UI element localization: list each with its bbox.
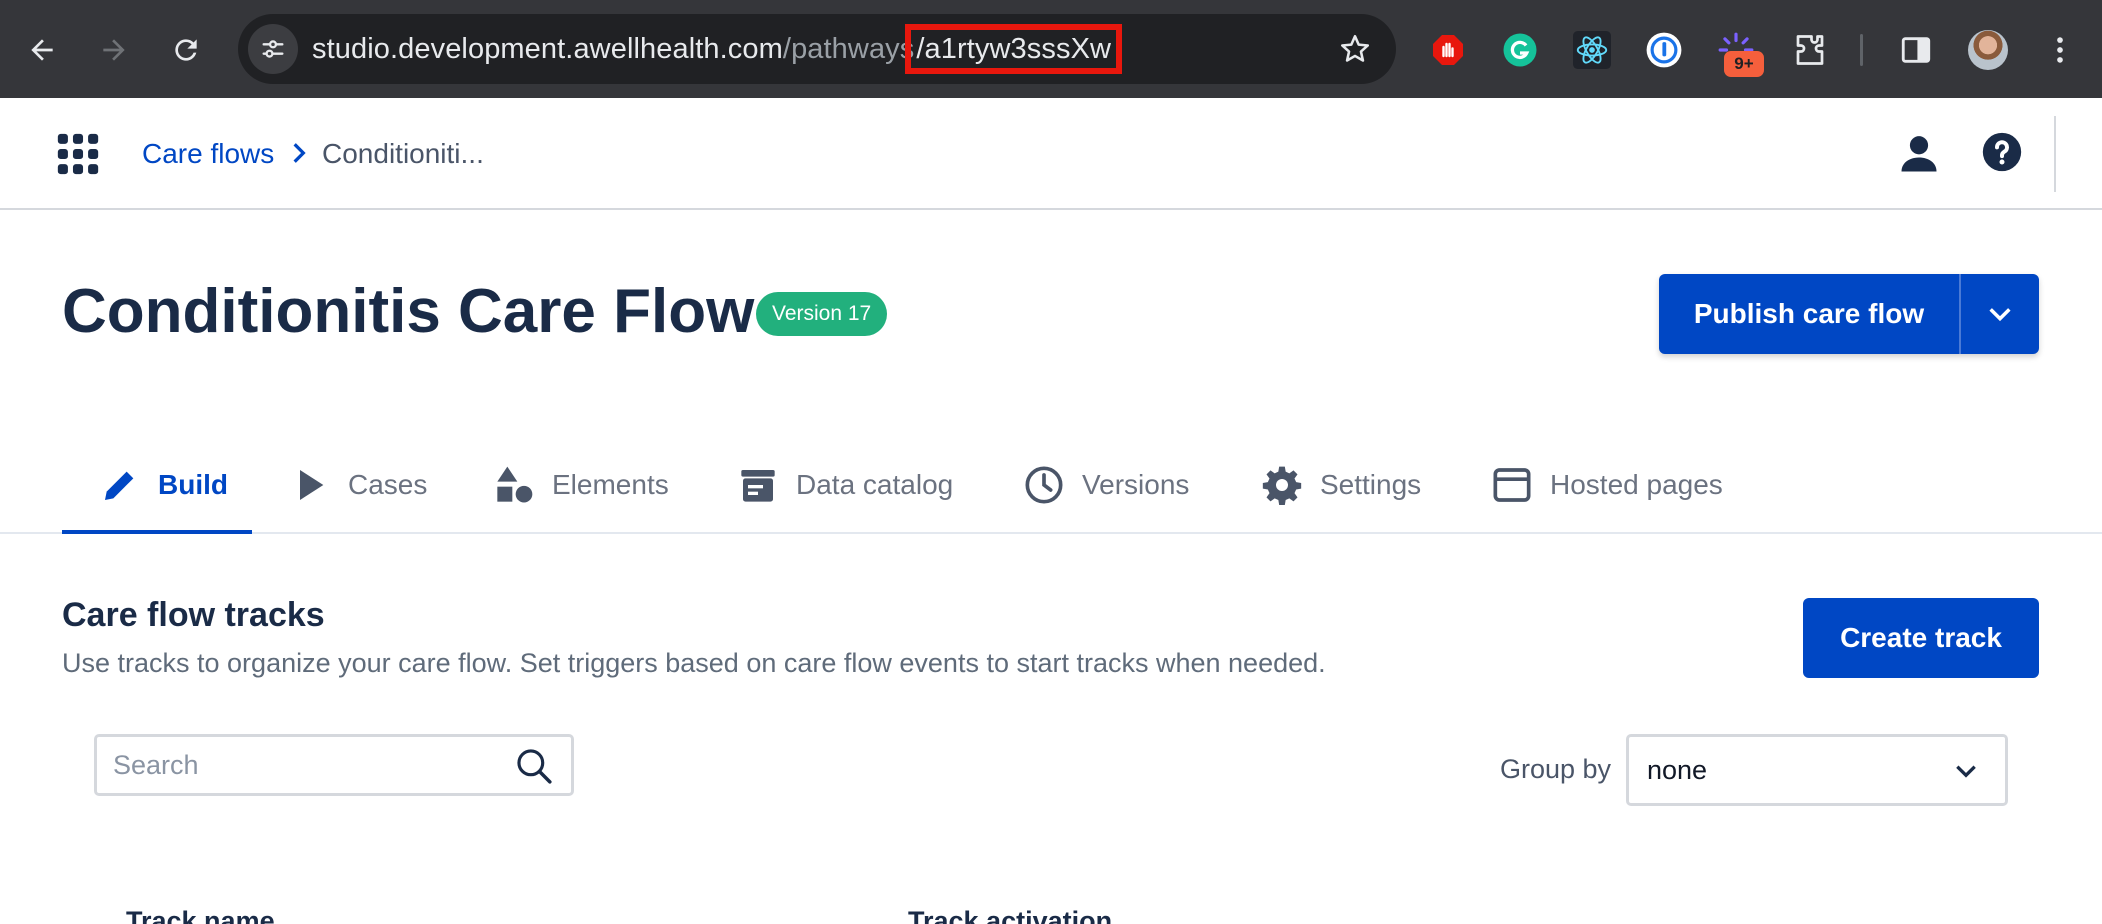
url-text[interactable]: studio.development.awellhealth.com/pathw… xyxy=(312,14,1123,84)
tab-versions[interactable]: Versions xyxy=(1024,436,1189,534)
side-panel-icon[interactable] xyxy=(1896,30,1936,70)
more-vert-icon[interactable] xyxy=(2040,30,2080,70)
version-badge: Version 17 xyxy=(756,292,888,336)
profile-avatar[interactable] xyxy=(1968,30,2008,70)
tab-bar: Build Cases Elements Data catalog Versio… xyxy=(0,436,2102,534)
section-description: Use tracks to organize your care flow. S… xyxy=(62,648,1326,678)
url-highlight: /a1rtyw3sssXw xyxy=(905,24,1123,74)
tab-elements[interactable]: Elements xyxy=(494,436,669,534)
page-title: Conditionitis Care Flow xyxy=(62,277,755,346)
toolbar-separator xyxy=(1860,34,1863,66)
chevron-right-icon xyxy=(293,143,306,163)
tab-cases[interactable]: Cases xyxy=(290,436,427,534)
gear-icon xyxy=(1262,466,1302,505)
pencil-icon xyxy=(105,471,134,500)
search-box xyxy=(94,734,574,796)
app-header: Care flows Conditioniti... xyxy=(0,98,2102,210)
clock-icon xyxy=(1025,466,1063,504)
browser-window-icon xyxy=(1493,468,1531,502)
chevron-down-icon xyxy=(1956,765,1976,778)
publish-button-group: Publish care flow xyxy=(1659,274,2039,354)
create-track-button[interactable]: Create track xyxy=(1803,598,2039,678)
extension-badge: 9+ xyxy=(1724,51,1764,77)
tab-hosted-pages[interactable]: Hosted pages xyxy=(1492,436,1723,534)
adblock-extension-icon[interactable] xyxy=(1428,30,1468,70)
reload-icon xyxy=(175,39,197,61)
publish-care-flow-button[interactable]: Publish care flow xyxy=(1659,274,1959,354)
publish-options-dropdown[interactable] xyxy=(1961,274,2039,354)
password-manager-extension-icon[interactable] xyxy=(1644,30,1684,70)
breadcrumb-current: Conditioniti... xyxy=(322,138,484,169)
extensions-puzzle-icon[interactable] xyxy=(1790,30,1830,70)
shapes-icon xyxy=(497,466,533,503)
bookmark-star-icon[interactable] xyxy=(1338,32,1372,66)
chevron-down-icon xyxy=(1989,308,2011,322)
breadcrumb-care-flows-link[interactable]: Care flows xyxy=(142,98,274,210)
catalog-icon xyxy=(741,470,775,502)
group-by-value: none xyxy=(1647,755,1708,785)
grammarly-extension-icon[interactable] xyxy=(1500,30,1540,70)
back-button[interactable] xyxy=(16,24,68,76)
column-header-track-name[interactable]: Track name xyxy=(126,906,275,924)
group-by-label: Group by xyxy=(1500,754,1612,784)
tab-build[interactable]: Build xyxy=(100,436,228,534)
column-header-track-activation[interactable]: Track activation xyxy=(908,906,1112,924)
search-input[interactable] xyxy=(113,737,493,793)
react-devtools-extension-icon[interactable] xyxy=(1572,30,1612,70)
app-switcher-grid-icon[interactable] xyxy=(56,132,100,176)
forward-button[interactable] xyxy=(88,24,140,76)
header-separator xyxy=(2054,116,2056,192)
site-settings-icon[interactable] xyxy=(248,24,298,74)
play-icon xyxy=(300,470,324,500)
group-by-select[interactable]: none xyxy=(1626,734,2008,806)
user-icon[interactable] xyxy=(1898,132,1940,176)
tab-data-catalog[interactable]: Data catalog xyxy=(738,436,953,534)
search-icon[interactable] xyxy=(515,747,553,785)
active-tab-indicator xyxy=(62,530,252,534)
arrow-right-icon xyxy=(103,39,125,61)
browser-toolbar: studio.development.awellhealth.com/pathw… xyxy=(0,0,2102,98)
tab-settings[interactable]: Settings xyxy=(1262,436,1421,534)
reload-button[interactable] xyxy=(160,24,212,76)
address-bar[interactable]: studio.development.awellhealth.com/pathw… xyxy=(238,14,1396,84)
help-icon[interactable] xyxy=(1982,132,2022,172)
arrow-left-icon xyxy=(31,39,53,61)
section-title: Care flow tracks xyxy=(62,596,325,634)
